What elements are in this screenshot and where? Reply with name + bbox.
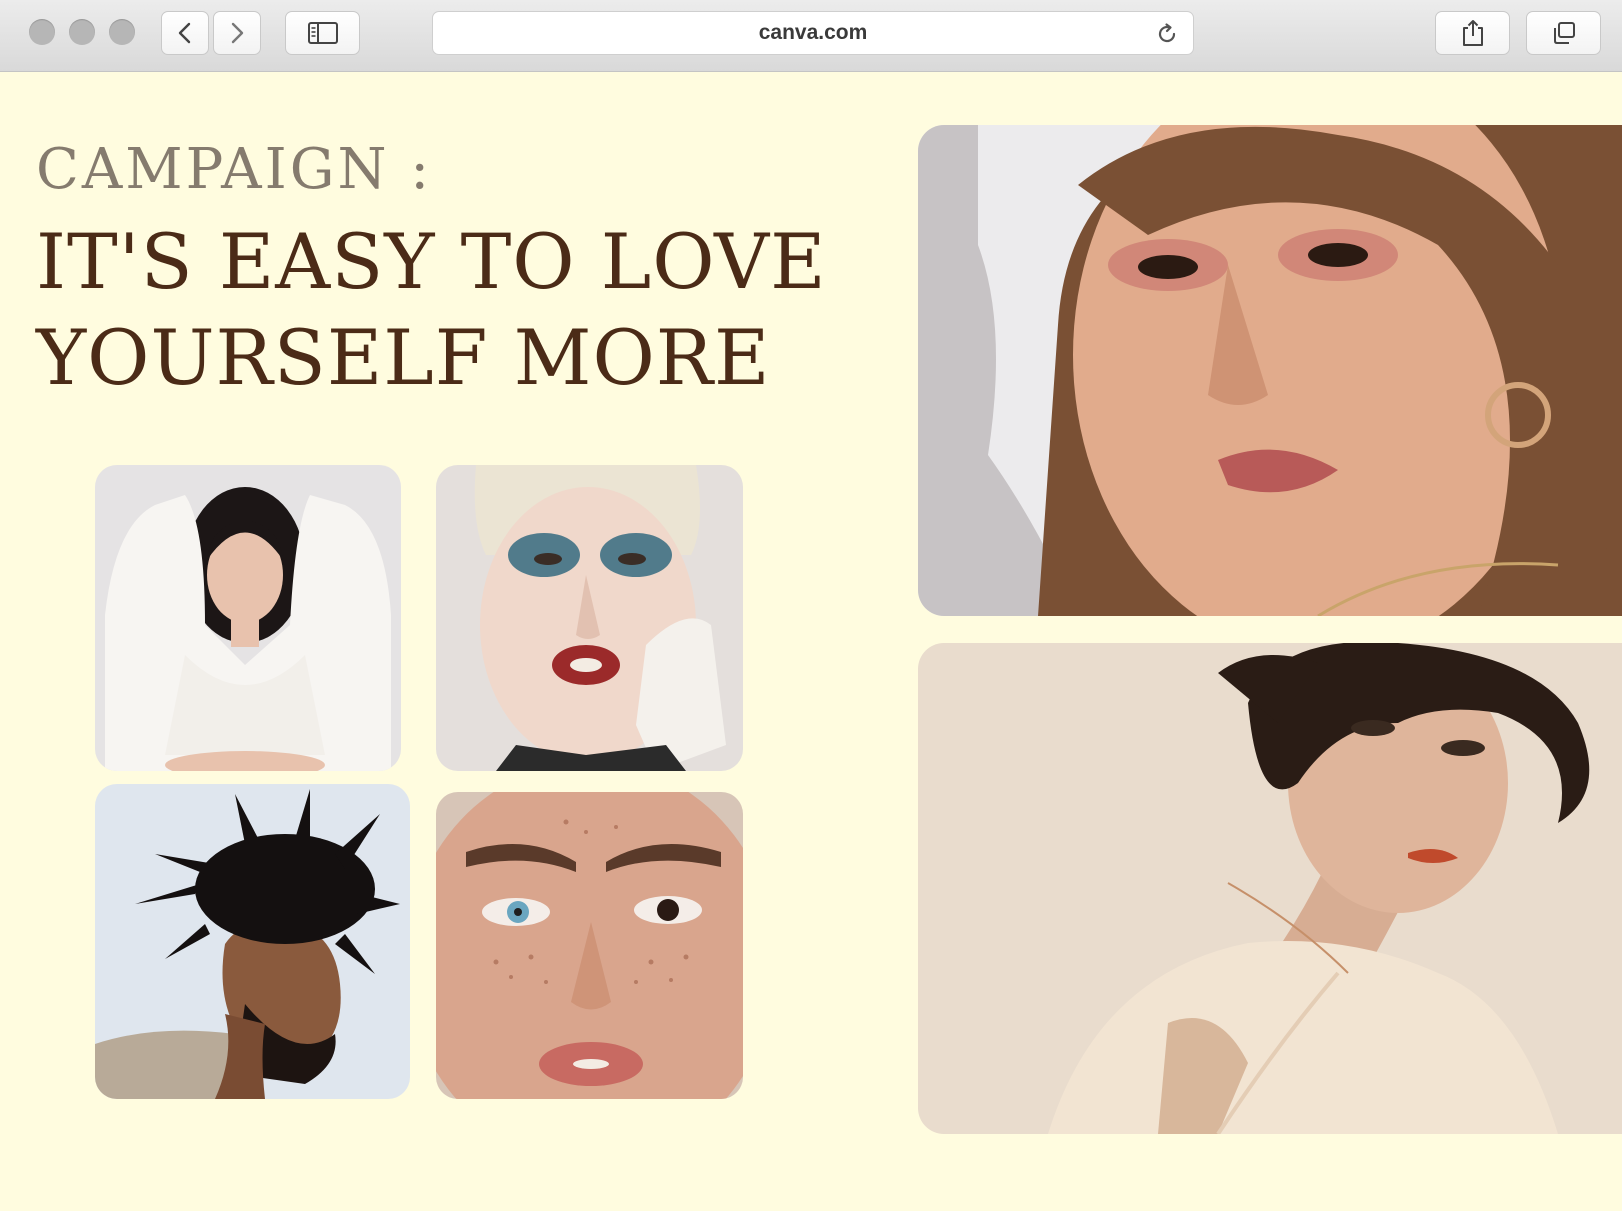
photo-blue-eyeshadow [436, 465, 743, 771]
campaign-headline: IT'S EASY TO LOVE YOURSELF MORE [36, 214, 827, 406]
reload-button[interactable] [1155, 22, 1179, 51]
close-window-button[interactable] [29, 19, 55, 45]
back-icon [178, 22, 191, 44]
back-button[interactable] [161, 11, 209, 55]
tabs-overview-button[interactable] [1526, 11, 1601, 55]
campaign-kicker: CAMPAIGN : [36, 137, 433, 202]
address-url: canva.com [758, 21, 868, 44]
share-icon [1462, 20, 1483, 46]
reload-icon [1158, 23, 1176, 43]
minimize-window-button[interactable] [69, 19, 95, 45]
photo-freckled-face [436, 792, 743, 1099]
sidebar-icon [307, 22, 338, 44]
browser-window: canva.com CAMPAIGN : IT'S EASY TO LOVE Y… [0, 0, 1622, 1211]
headline-line-1: IT'S EASY TO LOVE [36, 217, 827, 306]
zoom-window-button[interactable] [109, 19, 135, 45]
photo-person-curly-hair [918, 643, 1622, 1134]
browser-toolbar: canva.com [0, 0, 1622, 72]
sidebar-button[interactable] [285, 11, 360, 55]
share-button[interactable] [1435, 11, 1510, 55]
forward-button[interactable] [213, 11, 261, 55]
photo-man-dreadlocks [95, 784, 410, 1099]
photo-woman-white-top [95, 465, 401, 771]
tabs-icon [1553, 22, 1575, 44]
address-bar[interactable]: canva.com [432, 11, 1194, 55]
photo-woman-rose-makeup [918, 125, 1622, 616]
headline-line-2: YOURSELF MORE [36, 313, 771, 402]
forward-icon [231, 22, 244, 44]
